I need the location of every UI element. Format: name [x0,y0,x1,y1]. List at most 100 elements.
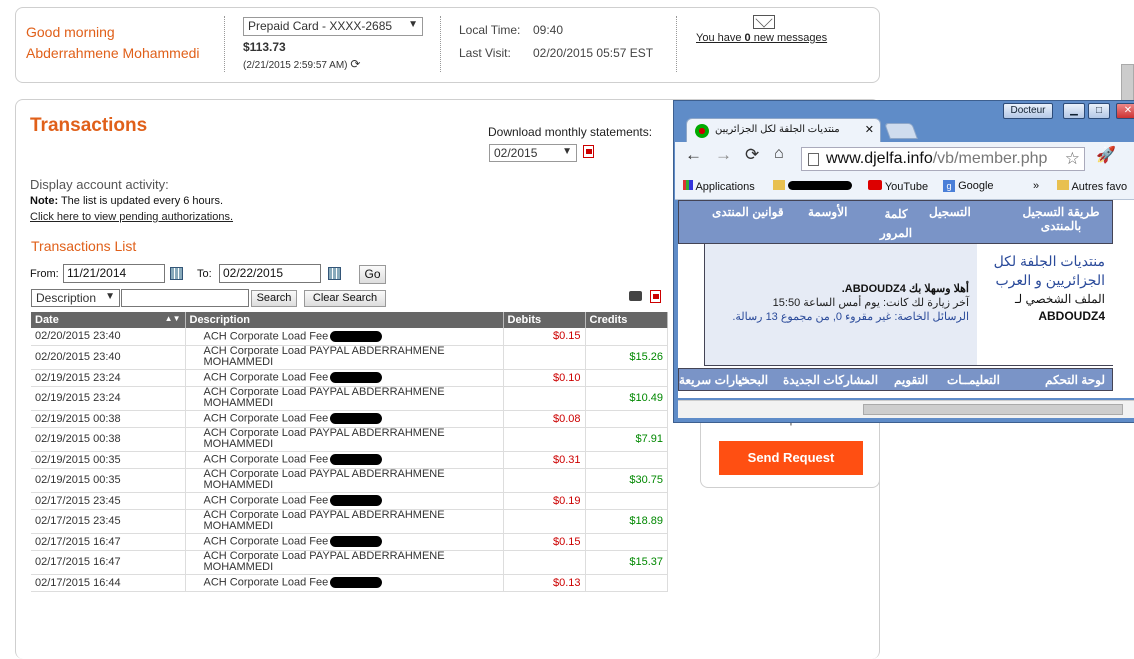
debit-cell: $0.15 [503,328,586,346]
calendar-icon[interactable] [328,267,341,280]
envelope-icon[interactable] [753,15,775,29]
calendar-icon[interactable] [170,267,183,280]
nav-password[interactable]: كلمة المرور [877,205,915,243]
balance-date: (2/21/2015 2:59:57 AM) ⟳ [243,57,360,71]
star-icon[interactable]: ☆ [1065,148,1080,170]
redacted-text [330,453,383,465]
forward-icon[interactable]: → [715,145,732,165]
nav-register-how[interactable]: طريقة التسجيل بالمنتدى [1009,205,1113,233]
print-icon[interactable] [629,291,642,301]
go-button[interactable]: Go [359,265,386,284]
cell-text: 02/19/2015 23:24 [35,392,121,404]
minimize-button[interactable]: ▁ [1063,103,1085,119]
nav-control-panel[interactable]: لوحة التحكم [1045,373,1105,387]
divider [676,16,677,72]
column-credits[interactable]: Credits [585,312,668,328]
search-input[interactable] [121,289,249,307]
description-cell: ACH Corporate Load PAYPAL ABDERRAHMENE M… [185,509,504,534]
browser-tab[interactable]: منتديات الجلفة لكل الجزائريين ✕ [686,118,881,142]
messages-suffix: new messages [750,32,828,44]
description-cell: ACH Corporate Load PAYPAL ABDERRAHMENE M… [185,427,504,452]
to-date-input[interactable]: 02/22/2015 [219,264,321,283]
bookmark-youtube[interactable]: YouTube [868,180,928,193]
bookmark-apps[interactable]: Applications [683,180,755,193]
bookmark-google[interactable]: g Google [943,180,994,192]
page-title: Transactions [30,115,148,136]
sort-icon[interactable]: ▲▼ [165,314,181,323]
close-tab-icon[interactable]: ✕ [865,119,874,141]
private-messages-link[interactable]: الرسائل الخاصة: غير مقروء 0, من مجموع 13… [705,310,969,324]
from-date-input[interactable]: 11/21/2014 [63,264,165,283]
column-date[interactable]: Date ▲▼ [31,312,186,328]
close-window-button[interactable]: ✕ [1116,103,1134,119]
cell-text: 02/19/2015 23:24 [35,371,121,384]
column-debits[interactable]: Debits [503,312,586,328]
credit-cell [585,533,668,551]
nav-medals[interactable]: الأوسمة [808,205,847,219]
back-icon[interactable]: ← [685,145,702,165]
apps-grid-icon [683,180,693,190]
send-request-button[interactable]: Send Request [719,441,863,475]
divider [440,16,441,72]
cell-text: 02/19/2015 00:38 [35,433,121,445]
rocket-extension-icon[interactable]: 🚀 [1096,145,1116,165]
nav-quick-options[interactable]: خيارات سريعة [679,373,750,387]
table-row: 02/17/2015 16:47 ACH Corporate Load Fee $0… [31,533,668,551]
search-button[interactable]: Search [251,290,297,307]
refresh-icon[interactable]: ⟳ [350,57,360,71]
month-select[interactable]: 02/2015 ▼ [489,144,577,162]
nav-register[interactable]: التسجيل [929,205,971,219]
column-description[interactable]: Description [185,312,504,328]
cell-text: $7.91 [635,433,663,445]
cell-text: $10.49 [629,392,663,404]
redacted-text [330,330,383,342]
bookmark-label: YouTube [884,181,929,193]
new-tab-button[interactable] [884,123,918,139]
pdf-icon[interactable] [650,290,661,303]
nav-rules[interactable]: قوانين المنتدى [712,205,784,219]
table-row: 02/19/2015 23:24 ACH Corporate Load PAYPA… [31,386,668,411]
reload-icon[interactable]: ⟳ [745,145,759,165]
bookmark-other[interactable]: Autres favo [1057,180,1127,193]
filter-select[interactable]: Description ▼ [31,289,120,307]
pending-authorizations-link[interactable]: Click here to view pending authorization… [30,211,233,223]
cell-text: 02/17/2015 16:44 [35,576,121,589]
cell-text: 02/19/2015 00:38 [35,412,121,425]
folder-icon [1057,180,1069,190]
clear-search-button[interactable]: Clear Search [304,290,386,307]
divider [224,16,225,72]
profile-button[interactable]: Docteur [1003,103,1053,119]
description-cell: ACH Corporate Load Fee [185,451,504,469]
home-icon[interactable]: ⌂ [774,145,784,163]
date-cell: 02/19/2015 23:24 [31,386,186,411]
nav-new-posts[interactable]: المشاركات الجديدة [783,373,878,387]
horizontal-scrollbar[interactable] [678,400,1134,418]
username[interactable]: ABDOUDZ4 [977,307,1105,326]
table-row: 02/20/2015 23:40 ACH Corporate Load Fee $0… [31,328,668,346]
url-host: www.djelfa.info [826,150,933,167]
menu-icon[interactable]: ⋮ [1130,145,1134,162]
messages-link[interactable]: You have 0 new messages [696,32,827,44]
redacted-text [330,535,383,547]
scrollbar-thumb[interactable] [863,404,1123,415]
forum-top-nav: طريقة التسجيل بالمنتدى التسجيل كلمة المر… [678,200,1113,244]
local-time-label: Local Time: [459,23,521,37]
display-activity-label: Display account activity: [30,177,169,192]
cell-text: $0.15 [552,535,581,548]
nav-help[interactable]: التعليمــات [947,373,1000,387]
maximize-button[interactable]: □ [1088,103,1110,119]
pdf-icon[interactable] [583,145,594,158]
nav-calendar[interactable]: التقويم [894,373,928,387]
date-cell: 02/19/2015 00:35 [31,451,186,469]
cell-text: ACH Corporate Load Fee [203,576,329,589]
page-scrollbar[interactable] [1121,64,1134,104]
cell-text: $0.31 [552,453,581,466]
address-bar[interactable]: www.djelfa.info/vb/member.php ☆ [801,147,1085,171]
greeting-line: Good morning [26,24,115,40]
redacted-text [330,576,383,588]
bookmarks-overflow[interactable]: » [1033,180,1039,192]
messages-prefix: You have [696,32,745,44]
url-path: /vb/member.php [932,150,1048,167]
bookmark-folder[interactable] [773,180,853,193]
card-select[interactable]: Prepaid Card - XXXX-2685 ▼ [243,17,423,36]
